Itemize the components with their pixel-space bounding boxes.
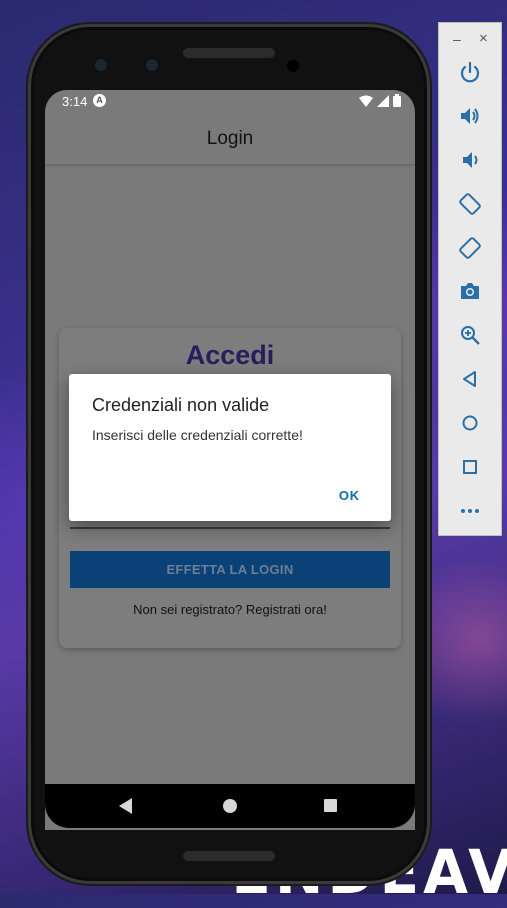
login-button[interactable]: EFFETTA LA LOGIN [70,551,390,588]
status-bar: 3:14 A [45,90,415,114]
emulator-toolbar: – × [438,22,502,536]
app-bar: Login [45,114,415,164]
home-icon[interactable] [455,408,485,438]
error-dialog: Credenziali non valide Inserisci delle c… [69,374,391,521]
wifi-icon [359,95,373,107]
front-camera-icon [92,56,110,74]
proximity-sensor [287,60,299,72]
notification-badge: A [93,94,106,107]
dialog-title: Credenziali non valide [92,395,270,415]
signal-icon [377,94,389,107]
nav-back-icon[interactable] [119,798,132,814]
app-bar-title: Login [206,128,254,149]
back-icon[interactable] [455,364,485,394]
volume-down-icon[interactable] [455,145,485,175]
rotate-right-icon[interactable] [455,233,485,263]
phone-screen: 3:14 A Login Accedi EFFETTA LA LOGIN Non… [45,90,415,830]
zoom-icon[interactable] [455,320,485,350]
power-icon[interactable] [455,57,485,87]
navigation-bar [45,784,415,828]
dialog-ok-button[interactable]: OK [339,488,360,503]
rotate-left-icon[interactable] [455,189,485,219]
top-speaker [183,48,275,58]
nav-recents-icon[interactable] [324,799,337,812]
close-button[interactable]: × [479,30,488,47]
register-link[interactable]: Non sei registrato? Registrati ora! [59,602,401,617]
camera-icon[interactable] [455,276,485,306]
more-icon[interactable] [455,496,485,526]
front-camera-icon [143,56,161,74]
card-title: Accedi [185,340,275,370]
status-time: 3:14 [62,94,88,109]
minimize-button[interactable]: – [453,31,461,47]
phone-frame: 3:14 A Login Accedi EFFETTA LA LOGIN Non… [28,24,430,884]
password-field-underline[interactable] [70,527,390,529]
bottom-speaker [183,851,275,861]
status-icons [359,94,401,107]
battery-icon [393,94,401,107]
dialog-message: Inserisci delle credenziali corrette! [92,427,303,443]
overview-icon[interactable] [455,452,485,482]
volume-up-icon[interactable] [455,101,485,131]
nav-home-icon[interactable] [223,799,237,813]
